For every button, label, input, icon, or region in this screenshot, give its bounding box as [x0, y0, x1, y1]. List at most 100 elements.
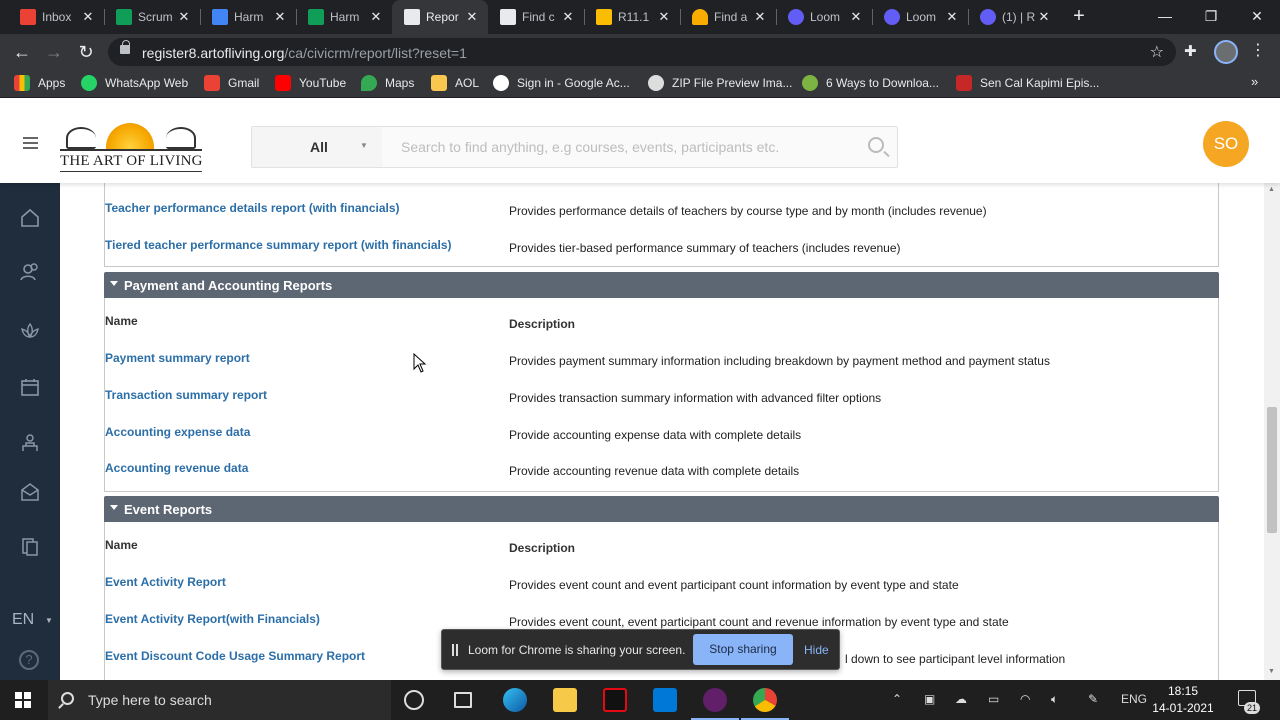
- report-link[interactable]: Transaction summary report: [105, 388, 267, 402]
- browser-tab[interactable]: Harm ✕: [296, 0, 392, 34]
- scroll-up-icon[interactable]: ▲: [1268, 186, 1275, 193]
- report-link[interactable]: Event Activity Report: [105, 575, 226, 589]
- bookmark-download-ways[interactable]: 6 Ways to Downloa...: [802, 75, 939, 91]
- browser-tab[interactable]: Inbox ✕: [8, 0, 104, 34]
- taskbar-clock[interactable]: 18:15 14-01-2021: [1152, 683, 1214, 717]
- store-icon[interactable]: [653, 688, 677, 712]
- new-tab-button[interactable]: +: [1068, 6, 1090, 28]
- scrollbar-thumb[interactable]: [1267, 407, 1277, 533]
- bookmark-whatsapp[interactable]: WhatsApp Web: [81, 75, 188, 91]
- page-scrollbar[interactable]: ▲ ▼: [1264, 183, 1280, 680]
- mail-icon[interactable]: [19, 481, 41, 503]
- bookmark-apps[interactable]: Apps: [14, 75, 65, 91]
- onedrive-icon[interactable]: ☁: [955, 692, 967, 706]
- chrome-menu-icon[interactable]: ⋮: [1250, 40, 1266, 60]
- bookmark-zip-preview[interactable]: ZIP File Preview Ima...: [648, 75, 792, 91]
- user-avatar[interactable]: SO: [1203, 121, 1249, 167]
- browser-tab[interactable]: Harm ✕: [200, 0, 296, 34]
- section-header-payment-accounting[interactable]: Payment and Accounting Reports: [104, 272, 1219, 298]
- art-of-living-logo[interactable]: THE ART OF LIVING: [58, 111, 204, 175]
- participants-icon[interactable]: [19, 261, 41, 283]
- help-icon[interactable]: ?: [19, 650, 39, 670]
- browser-tab[interactable]: R11.1 ✕: [584, 0, 680, 34]
- pen-icon[interactable]: ✎: [1088, 692, 1098, 706]
- chrome-icon[interactable]: [741, 688, 789, 720]
- file-explorer-icon[interactable]: [553, 688, 577, 712]
- report-link[interactable]: Event Activity Report(with Financials): [105, 612, 320, 626]
- bookmark-google-signin[interactable]: Sign in - Google Ac...: [493, 75, 630, 91]
- stop-sharing-button[interactable]: Stop sharing: [693, 634, 793, 665]
- battery-icon[interactable]: ▭: [988, 692, 999, 706]
- close-icon[interactable]: ✕: [368, 9, 384, 25]
- close-icon[interactable]: ✕: [560, 9, 576, 25]
- bookmark-youtube[interactable]: YouTube: [275, 75, 346, 91]
- browser-tab[interactable]: Find a ✕: [680, 0, 776, 34]
- more-bookmarks-icon[interactable]: »: [1251, 74, 1258, 89]
- calendar-icon[interactable]: [19, 376, 41, 398]
- bookmark-gmail[interactable]: Gmail: [204, 75, 259, 91]
- report-link[interactable]: Teacher performance details report (with…: [105, 201, 400, 215]
- close-icon[interactable]: ✕: [944, 9, 960, 25]
- report-link[interactable]: Accounting revenue data: [105, 461, 248, 475]
- bookmark-maps[interactable]: Maps: [361, 75, 414, 91]
- scroll-down-icon[interactable]: ▼: [1268, 668, 1275, 675]
- input-language[interactable]: ENG: [1121, 692, 1147, 706]
- taskbar-search[interactable]: Type here to search: [48, 680, 391, 720]
- reload-icon[interactable]: ↻: [74, 40, 98, 64]
- report-link[interactable]: Event Discount Code Usage Summary Report: [105, 649, 365, 663]
- search-input[interactable]: [390, 127, 860, 167]
- search-icon[interactable]: [868, 137, 884, 153]
- browser-tab[interactable]: (1) | R ✕: [968, 0, 1060, 34]
- address-bar[interactable]: register8.artofliving.org/ca/civicrm/rep…: [108, 38, 1176, 66]
- report-link[interactable]: Payment summary report: [105, 351, 250, 365]
- netflix-icon[interactable]: [603, 688, 627, 712]
- edge-icon[interactable]: [503, 688, 527, 712]
- bookmark-sen-cal[interactable]: Sen Cal Kapimi Epis...: [956, 75, 1099, 91]
- browser-tab[interactable]: Find c ✕: [488, 0, 584, 34]
- browser-tab[interactable]: Scrum ✕: [104, 0, 200, 34]
- search-scope-dropdown[interactable]: All ▼: [252, 127, 382, 167]
- teachers-icon[interactable]: [19, 432, 41, 454]
- back-arrow-icon[interactable]: ←: [10, 40, 34, 64]
- meet-icon[interactable]: ▣: [924, 692, 935, 706]
- home-icon[interactable]: [19, 207, 41, 229]
- browser-tab[interactable]: Loom ✕: [776, 0, 872, 34]
- close-icon[interactable]: ✕: [656, 9, 672, 25]
- window-close-icon[interactable]: ✕: [1234, 0, 1280, 34]
- windows-start-icon[interactable]: [15, 692, 31, 708]
- close-icon[interactable]: ✕: [1036, 9, 1052, 25]
- wifi-icon[interactable]: ◠: [1020, 692, 1030, 706]
- slack-icon[interactable]: [691, 688, 739, 720]
- volume-icon[interactable]: 🔈︎: [1051, 692, 1058, 707]
- close-icon[interactable]: ✕: [752, 9, 768, 25]
- hide-button[interactable]: Hide: [804, 643, 829, 657]
- browser-tab-active[interactable]: Repor ✕: [392, 0, 488, 34]
- close-icon[interactable]: ✕: [272, 9, 288, 25]
- bookmark-aol[interactable]: AOL: [431, 75, 479, 91]
- close-icon[interactable]: ✕: [848, 9, 864, 25]
- lotus-icon[interactable]: [19, 320, 41, 342]
- tray-chevron-icon[interactable]: ⌃: [892, 692, 902, 706]
- close-icon[interactable]: ✕: [80, 9, 96, 25]
- report-link[interactable]: Accounting expense data: [105, 425, 250, 439]
- cortana-icon[interactable]: [404, 690, 424, 710]
- folder-icon: [431, 75, 447, 91]
- profile-avatar[interactable]: [1214, 40, 1238, 64]
- close-icon[interactable]: ✕: [176, 9, 192, 25]
- report-link[interactable]: Tiered teacher performance summary repor…: [105, 238, 452, 252]
- bookmark-label: WhatsApp Web: [105, 76, 189, 90]
- extensions-icon[interactable]: ✚: [1184, 42, 1200, 60]
- minimize-icon[interactable]: —: [1142, 0, 1188, 34]
- forward-arrow-icon[interactable]: →: [42, 40, 66, 64]
- browser-tab[interactable]: Loom ✕: [872, 0, 968, 34]
- hamburger-menu-icon[interactable]: [23, 137, 38, 149]
- close-icon[interactable]: ✕: [464, 9, 480, 25]
- bookmark-star-icon[interactable]: ☆: [1150, 42, 1164, 62]
- language-selector[interactable]: EN: [12, 611, 34, 629]
- restore-icon[interactable]: ❐: [1188, 0, 1234, 34]
- section-header-event-reports[interactable]: Event Reports: [104, 496, 1219, 522]
- documents-icon[interactable]: [19, 535, 41, 557]
- url-text[interactable]: register8.artofliving.org/ca/civicrm/rep…: [142, 45, 467, 61]
- section-title: Event Reports: [124, 502, 213, 517]
- task-view-icon[interactable]: [454, 692, 472, 708]
